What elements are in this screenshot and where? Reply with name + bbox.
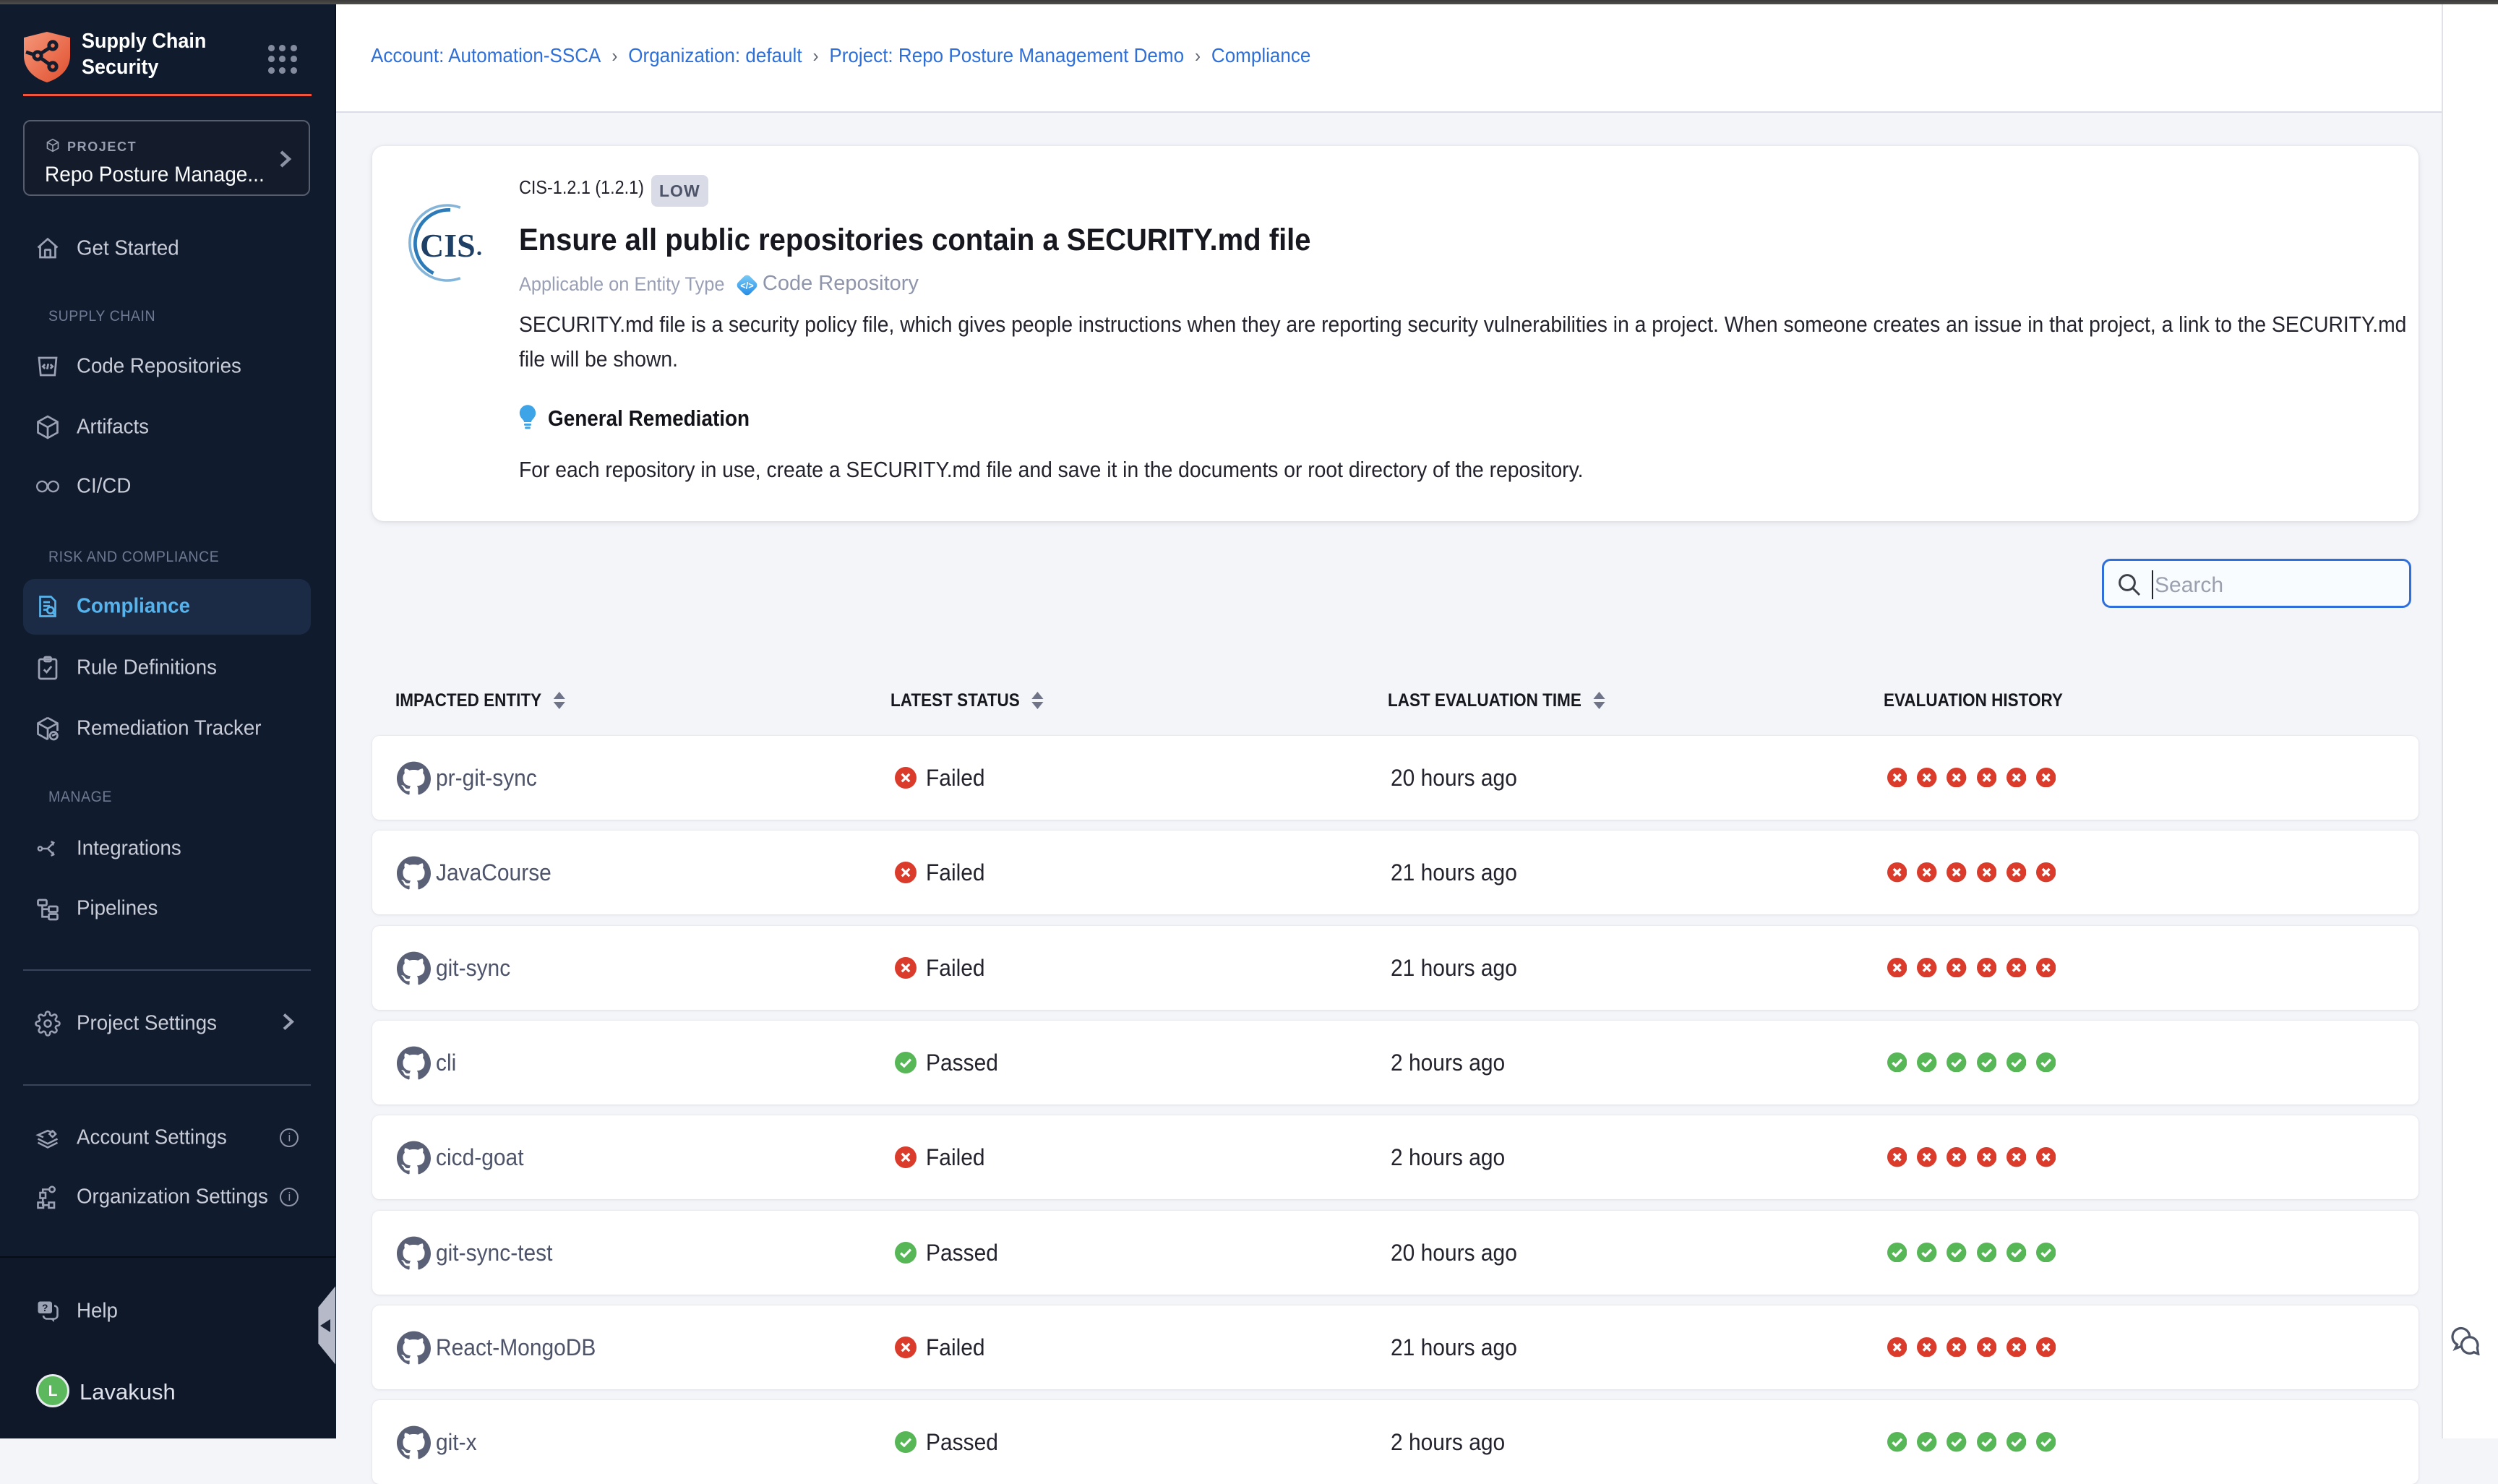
svg-text:CIS: CIS [420,227,476,264]
svg-text:?: ? [42,1303,48,1313]
svg-text:</>: </> [740,280,753,291]
